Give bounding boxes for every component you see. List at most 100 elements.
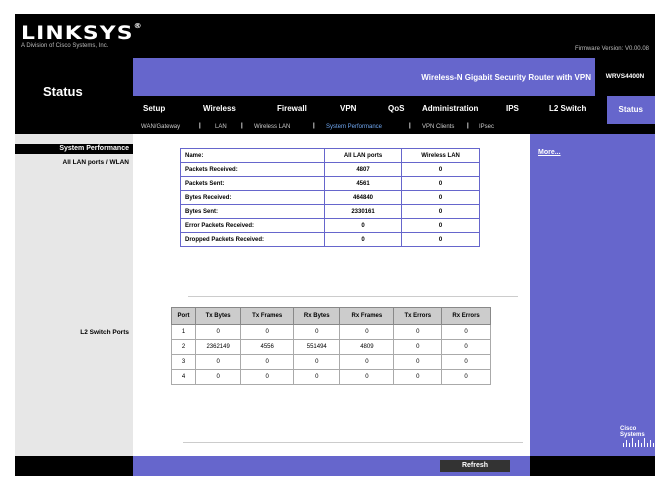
main-content: Name: All LAN ports Wireless LAN Packets… [133, 134, 530, 456]
table-header: All LAN ports [323, 148, 403, 163]
wlan-value: 0 [401, 176, 480, 191]
linksys-logo: LINKSYS® [21, 22, 143, 44]
tab-wireless[interactable]: Wireless [203, 104, 236, 113]
table-cell: 0 [393, 324, 443, 340]
lan-value: 4561 [323, 176, 403, 191]
subtab-wan-gateway[interactable]: WAN/Gateway [141, 124, 180, 130]
brand-tagline: A Division of Cisco Systems, Inc. [21, 43, 109, 49]
port-table: Port Tx Bytes Tx Frames Rx Bytes Rx Fram… [170, 307, 491, 385]
table-row: 1 0 0 0 0 0 0 [170, 324, 491, 340]
tab-qos[interactable]: QoS [388, 104, 404, 113]
divider [183, 442, 523, 443]
table-row: Error Packets Received: 0 0 [180, 218, 480, 233]
table-row: 3 0 0 0 0 0 0 [170, 354, 491, 370]
lan-value: 464840 [323, 190, 403, 205]
table-cell: 0 [441, 324, 491, 340]
table-cell: 1 [170, 324, 197, 340]
table-cell: 0 [441, 339, 491, 355]
tab-firewall[interactable]: Firewall [277, 104, 307, 113]
table-cell: 0 [339, 324, 395, 340]
row-label: Bytes Received: [180, 190, 325, 205]
tab-administration[interactable]: Administration [422, 104, 478, 113]
right-panel: More... Cisco Systems [530, 134, 655, 456]
subtab-wireless-lan[interactable]: Wireless LAN [254, 124, 290, 130]
table-header: Tx Frames [240, 307, 295, 325]
l2-switch-label: L2 Switch Ports [80, 329, 129, 336]
table-header: Wireless LAN [401, 148, 480, 163]
tab-status[interactable]: Status [606, 96, 655, 124]
table-cell: 0 [240, 324, 295, 340]
wlan-value: 0 [401, 190, 480, 205]
lan-value: 2330161 [323, 204, 403, 219]
table-header: Rx Frames [339, 307, 395, 325]
table-row: Bytes Received: 464840 0 [180, 190, 480, 205]
left-panel: System Performance All LAN ports / WLAN … [15, 134, 133, 456]
firmware-version: Firmware Version: V0.00.08 [574, 46, 649, 52]
table-cell: 0 [195, 369, 242, 385]
table-row: Packets Received: 4807 0 [180, 162, 480, 177]
table-row: Packets Sent: 4561 0 [180, 176, 480, 191]
table-cell: 0 [441, 354, 491, 370]
table-cell: 551494 [293, 339, 341, 355]
model-code: WRVS4400N [595, 58, 655, 96]
row-label: Dropped Packets Received: [180, 232, 325, 247]
row-label: Packets Received: [180, 162, 325, 177]
row-label: Bytes Sent: [180, 204, 325, 219]
section-title: System Performance [15, 144, 133, 154]
tab-setup[interactable]: Setup [143, 104, 165, 113]
table-header: Rx Errors [441, 307, 491, 325]
table-cell: 0 [441, 369, 491, 385]
table-cell: 3 [170, 354, 197, 370]
tab-l2-switch[interactable]: L2 Switch [549, 104, 586, 113]
table-cell: 0 [393, 339, 443, 355]
table-cell: 4556 [240, 339, 295, 355]
table-cell: 0 [240, 369, 295, 385]
table-header: Port [170, 307, 197, 325]
subtab-ipsec[interactable]: IPsec [479, 124, 494, 130]
tab-vpn[interactable]: VPN [340, 104, 356, 113]
lan-value: 0 [323, 218, 403, 233]
table-header-row: Port Tx Bytes Tx Frames Rx Bytes Rx Fram… [170, 307, 491, 325]
table-cell: 0 [195, 324, 242, 340]
more-link[interactable]: More... [538, 149, 561, 156]
wlan-value: 0 [401, 162, 480, 177]
sub-tabs: WAN/Gateway | LAN | Wireless LAN | Syste… [133, 123, 655, 134]
table-header: Rx Bytes [293, 307, 341, 325]
model-name: Wireless-N Gigabit Security Router with … [421, 73, 591, 82]
footer-left [15, 456, 133, 476]
router-status-page: LINKSYS® A Division of Cisco Systems, In… [15, 14, 655, 476]
table-cell: 2 [170, 339, 197, 355]
row-label: Packets Sent: [180, 176, 325, 191]
subtab-separator: | [409, 123, 411, 129]
performance-table: Name: All LAN ports Wireless LAN Packets… [180, 148, 480, 247]
subtab-system-performance[interactable]: System Performance [326, 124, 382, 130]
subtab-vpn-clients[interactable]: VPN Clients [422, 124, 454, 130]
subtab-separator: | [241, 123, 243, 129]
table-header: Name: [180, 148, 325, 163]
refresh-button[interactable]: Refresh [440, 460, 510, 472]
table-header-row: Name: All LAN ports Wireless LAN [180, 148, 480, 163]
table-cell: 0 [293, 369, 341, 385]
table-cell: 0 [240, 354, 295, 370]
lan-value: 0 [323, 232, 403, 247]
cisco-bars-icon [623, 438, 654, 447]
table-cell: 0 [393, 354, 443, 370]
lan-wlan-label: All LAN ports / WLAN [62, 159, 129, 166]
page-title: Status [43, 84, 83, 99]
table-cell: 2362149 [195, 339, 242, 355]
table-cell: 0 [339, 369, 395, 385]
table-row: 2 2362149 4556 551494 4809 0 0 [170, 339, 491, 355]
wlan-value: 0 [401, 218, 480, 233]
header-bar: LINKSYS® A Division of Cisco Systems, In… [15, 14, 655, 58]
table-cell: 0 [293, 354, 341, 370]
table-row: Bytes Sent: 2330161 0 [180, 204, 480, 219]
subtab-lan[interactable]: LAN [215, 124, 227, 130]
table-header: Tx Bytes [195, 307, 242, 325]
footer-right [530, 456, 655, 476]
row-label: Error Packets Received: [180, 218, 325, 233]
table-cell: 0 [339, 354, 395, 370]
main-tabs: Setup Wireless Firewall VPN QoS Administ… [133, 96, 655, 124]
table-cell: 4809 [339, 339, 395, 355]
lan-value: 4807 [323, 162, 403, 177]
tab-ips[interactable]: IPS [506, 104, 519, 113]
